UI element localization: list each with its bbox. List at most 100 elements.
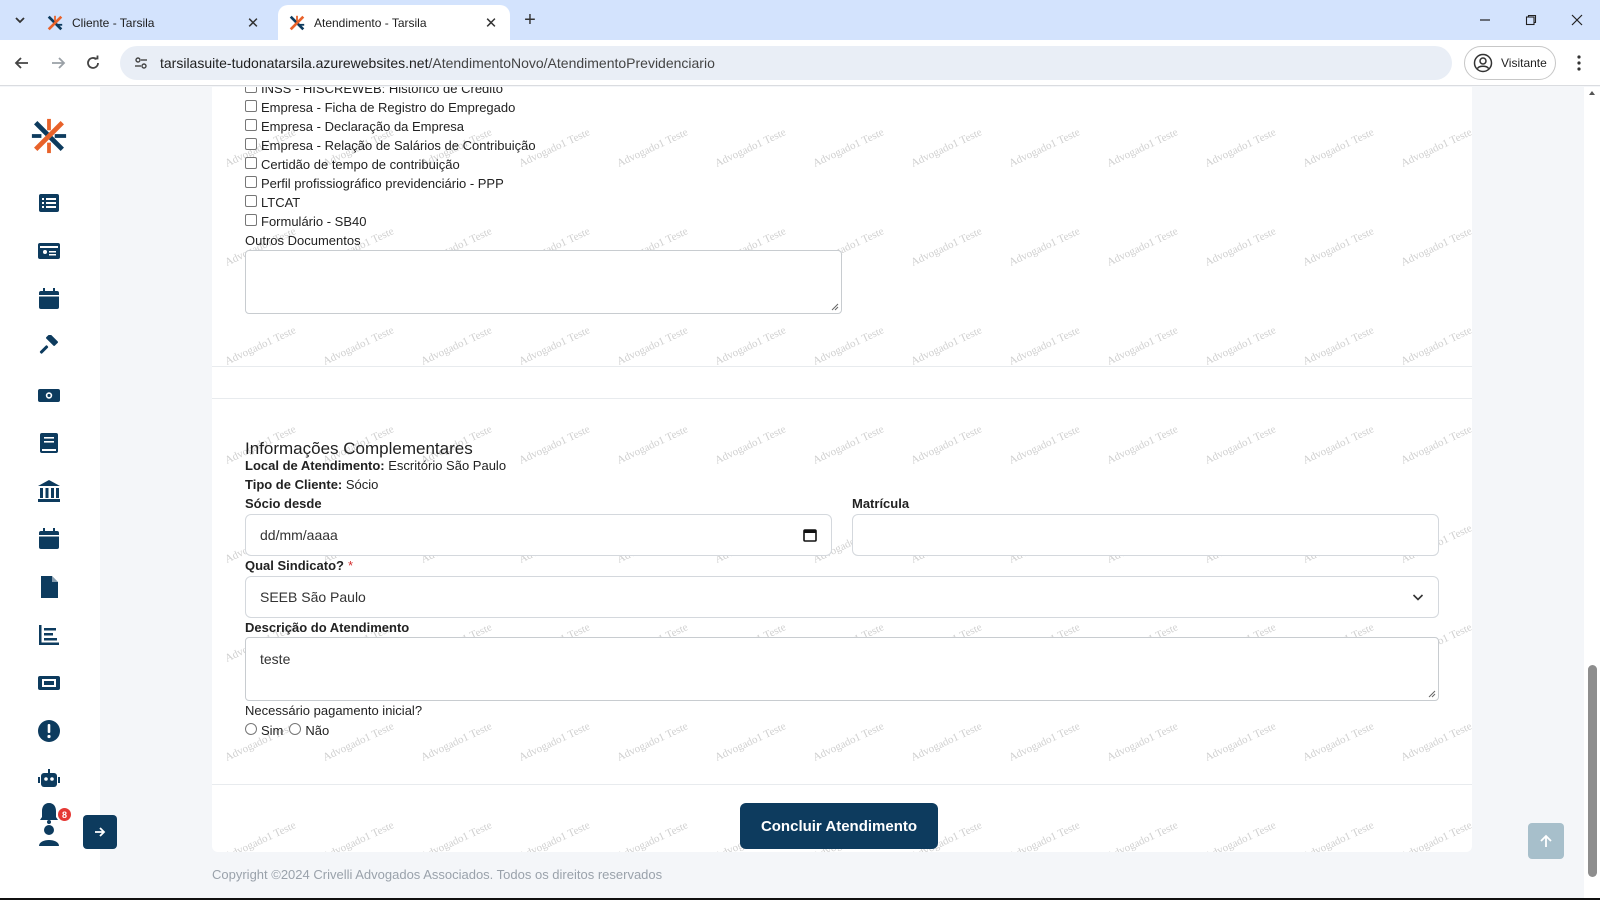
radio-nao[interactable] [289, 723, 302, 735]
scroll-up-arrow-icon[interactable] [1588, 89, 1596, 97]
back-to-top-button[interactable] [1528, 823, 1564, 859]
ticket-icon[interactable] [36, 670, 62, 696]
watermark-text: Advogado1 Teste [517, 423, 592, 467]
checkbox[interactable] [245, 213, 257, 226]
radio-sim-label[interactable]: Sim [261, 723, 283, 738]
page-scrollbar[interactable] [1584, 87, 1600, 898]
concluir-atendimento-button[interactable]: Concluir Atendimento [740, 803, 938, 849]
watermark-text: Advogado1 Teste [1105, 225, 1180, 269]
alert-icon[interactable] [36, 718, 62, 744]
scrollbar-thumb[interactable] [1588, 665, 1597, 877]
tab-cliente[interactable]: Cliente - Tarsila ✕ [36, 5, 272, 40]
descricao-textarea[interactable]: teste [245, 637, 1439, 701]
checkbox-ppp[interactable]: Perfil profissiográfico previdenciário -… [245, 174, 504, 192]
watermark-text: Advogado1 Teste [1007, 225, 1082, 269]
divider [212, 398, 1472, 399]
url-path: /AtendimentoNovo/AtendimentoPrevidenciar… [428, 55, 715, 71]
calendar-icon[interactable] [36, 526, 62, 552]
user-icon[interactable] [36, 822, 62, 848]
reload-button[interactable] [80, 50, 106, 76]
window-close-button[interactable] [1554, 0, 1600, 40]
checkbox[interactable] [245, 156, 257, 169]
watermark-text: Advogado1 Teste [713, 720, 788, 764]
sidebar-expand-button[interactable] [83, 815, 117, 849]
profile-button[interactable]: Visitante [1464, 46, 1556, 80]
book-icon[interactable] [36, 430, 62, 456]
tab-title: Cliente - Tarsila [72, 15, 155, 30]
watermark-text: Advogado1 Teste [517, 720, 592, 764]
calendar-picker-icon[interactable] [803, 528, 817, 542]
tab-atendimento[interactable]: Atendimento - Tarsila ✕ [278, 5, 510, 40]
checkbox-ficha-registro[interactable]: Empresa - Ficha de Registro do Empregado [245, 98, 515, 116]
outros-documentos-textarea[interactable] [245, 250, 842, 314]
sindicato-label-text: Qual Sindicato? [245, 558, 344, 573]
descricao-value: teste [260, 651, 291, 667]
arrow-up-icon [1540, 834, 1552, 847]
file-icon[interactable] [36, 574, 62, 600]
minimize-button[interactable] [1462, 0, 1508, 40]
sindicato-selected-value: SEEB São Paulo [260, 589, 366, 605]
id-card-icon[interactable] [36, 238, 62, 264]
forward-button[interactable] [45, 50, 71, 76]
browser-menu-button[interactable] [1568, 52, 1590, 74]
radio-nao-label[interactable]: Não [305, 723, 329, 738]
watermark-text: Advogado1 Teste [1399, 720, 1472, 764]
close-icon[interactable]: ✕ [482, 14, 500, 32]
back-button[interactable] [9, 50, 35, 76]
checkbox-ltcat[interactable]: LTCAT [245, 193, 300, 211]
reload-icon [87, 55, 99, 69]
radio-sim[interactable] [245, 723, 257, 735]
gavel-icon[interactable] [36, 334, 62, 360]
checkbox-label: Empresa - Ficha de Registro do Empregado [261, 99, 516, 115]
checkbox[interactable] [245, 137, 257, 150]
checkbox-relacao-salarios[interactable]: Empresa - Relação de Salários de Contrib… [245, 136, 536, 154]
address-bar[interactable]: tarsilasuite-tudonatarsila.azurewebsites… [120, 46, 1452, 80]
bank-icon[interactable] [36, 478, 62, 504]
resize-grip-icon[interactable] [831, 303, 839, 311]
socio-desde-date-input[interactable]: dd/mm/aaaa [245, 514, 832, 556]
local-atendimento-label: Local de Atendimento: [245, 458, 385, 473]
close-icon [1571, 14, 1583, 26]
footer-copyright: Copyright ©2024 Crivelli Advogados Assoc… [212, 867, 663, 882]
sindicato-select[interactable]: SEEB São Paulo [245, 576, 1439, 618]
chevron-down-icon [15, 17, 25, 24]
checkbox[interactable] [245, 118, 257, 131]
matricula-input[interactable] [852, 514, 1439, 556]
checkbox[interactable] [245, 194, 257, 207]
chart-icon[interactable] [36, 622, 62, 648]
resize-grip-icon[interactable] [1428, 690, 1436, 698]
checkbox[interactable] [245, 87, 257, 93]
robot-icon[interactable] [36, 766, 62, 792]
tarsila-logo[interactable] [30, 117, 68, 155]
watermark-text: Advogado1 Teste [1301, 720, 1376, 764]
watermark-text: Advogado1 Teste [615, 819, 690, 852]
tab-search-dropdown[interactable] [8, 8, 32, 32]
tipo-cliente-label: Tipo de Cliente: [245, 477, 343, 492]
restore-button[interactable] [1508, 0, 1554, 40]
checkbox-declaracao-empresa[interactable]: Empresa - Declaração da Empresa [245, 117, 464, 135]
watermark-text: Advogado1 Teste [1399, 819, 1472, 852]
watermark-text: Advogado1 Teste [713, 126, 788, 170]
new-tab-button[interactable]: + [518, 8, 542, 32]
watermark-text: Advogado1 Teste [811, 423, 886, 467]
watermark-text: Advogado1 Teste [909, 720, 984, 764]
watermark-text: Advogado1 Teste [1203, 720, 1278, 764]
divider [212, 784, 1472, 785]
watermark-text: Advogado1 Teste [1301, 423, 1376, 467]
money-icon[interactable] [36, 382, 62, 408]
list-icon[interactable] [36, 190, 62, 216]
calendar-icon[interactable] [36, 286, 62, 312]
checkbox-sb40[interactable]: Formulário - SB40 [245, 212, 366, 230]
watermark-text: Advogado1 Teste [419, 324, 494, 368]
watermark-text: Advogado1 Teste [1301, 819, 1376, 852]
site-settings-icon[interactable] [130, 52, 152, 74]
sindicato-label: Qual Sindicato? * [245, 558, 353, 573]
checkbox-hiscreweb[interactable]: INSS - HISCREWEB: Histórico de Crédito [245, 87, 503, 97]
checkbox-certidao-tempo[interactable]: Certidão de tempo de contribuição [245, 155, 460, 173]
required-marker: * [347, 558, 354, 573]
checkbox[interactable] [245, 99, 257, 112]
matricula-label: Matrícula [852, 496, 910, 511]
close-icon[interactable]: ✕ [244, 14, 262, 32]
checkbox[interactable] [245, 175, 257, 188]
checkbox-label: Perfil profissiográfico previdenciário -… [261, 175, 504, 191]
